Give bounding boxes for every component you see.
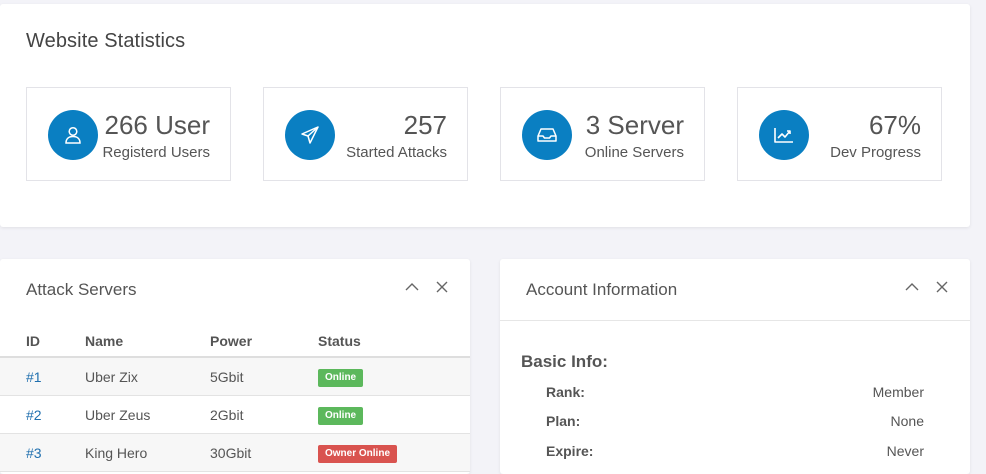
field-key: Plan: bbox=[546, 413, 581, 429]
field-key: Expire: bbox=[546, 443, 594, 459]
status-badge: Owner Online bbox=[318, 444, 398, 463]
close-icon[interactable] bbox=[934, 279, 950, 295]
field-value: Never bbox=[886, 443, 924, 459]
website-statistics-card: Website Statistics 266 User Registerd Us… bbox=[0, 4, 970, 227]
field-value: Member bbox=[872, 384, 924, 400]
collapse-icon[interactable] bbox=[404, 279, 420, 295]
stat-registered-users: 266 User Registerd Users bbox=[26, 87, 231, 181]
stat-started-attacks: 257 Started Attacks bbox=[263, 87, 468, 181]
stat-value: 266 User bbox=[104, 110, 211, 140]
stat-label: Registerd Users bbox=[102, 144, 210, 161]
server-power: 5Gbit bbox=[210, 357, 318, 396]
table-row: #1 Uber Zix 5Gbit Online bbox=[0, 357, 470, 396]
stat-label: Online Servers bbox=[584, 144, 684, 161]
account-field-rank: Rank: Member bbox=[546, 384, 924, 404]
trend-chart-icon bbox=[759, 110, 809, 160]
status-badge: Online bbox=[318, 368, 364, 387]
collapse-icon[interactable] bbox=[904, 279, 920, 295]
inbox-icon bbox=[522, 110, 572, 160]
server-name: Uber Zix bbox=[85, 357, 210, 396]
column-header-status: Status bbox=[318, 326, 470, 358]
column-header-id: ID bbox=[0, 326, 85, 358]
account-field-expire: Expire: Never bbox=[546, 443, 924, 463]
server-id-link[interactable]: #1 bbox=[26, 369, 42, 385]
account-information-card: Account Information Basic Info: Rank: Me… bbox=[500, 259, 970, 474]
close-icon[interactable] bbox=[434, 279, 450, 295]
stat-label: Dev Progress bbox=[830, 144, 921, 161]
server-name: King Hero bbox=[85, 433, 210, 472]
paper-plane-icon bbox=[285, 110, 335, 160]
stat-label: Started Attacks bbox=[346, 144, 447, 161]
column-header-power: Power bbox=[210, 326, 318, 358]
column-header-name: Name bbox=[85, 326, 210, 358]
stat-dev-progress: 67% Dev Progress bbox=[737, 87, 942, 181]
attack-servers-table: ID Name Power Status #1 Uber Zix 5Gbit O… bbox=[0, 326, 470, 472]
server-id-link[interactable]: #3 bbox=[26, 445, 42, 461]
stat-value: 67% bbox=[868, 110, 921, 140]
server-power: 30Gbit bbox=[210, 433, 318, 472]
account-information-title: Account Information bbox=[526, 280, 678, 299]
server-name: Uber Zeus bbox=[85, 395, 210, 434]
attack-servers-title: Attack Servers bbox=[26, 280, 137, 299]
server-id-link[interactable]: #2 bbox=[26, 407, 42, 423]
server-power: 2Gbit bbox=[210, 395, 318, 434]
card-tools bbox=[404, 279, 450, 295]
stat-value: 3 Server bbox=[585, 110, 684, 140]
field-key: Rank: bbox=[546, 384, 585, 400]
table-header-row: ID Name Power Status bbox=[0, 326, 470, 358]
user-icon bbox=[48, 110, 98, 160]
table-row: #3 King Hero 30Gbit Owner Online bbox=[0, 433, 470, 472]
stat-value: 257 bbox=[403, 110, 447, 140]
status-badge: Online bbox=[318, 406, 364, 425]
stat-online-servers: 3 Server Online Servers bbox=[500, 87, 705, 181]
basic-info-heading: Basic Info: bbox=[521, 352, 608, 371]
table-row: #2 Uber Zeus 2Gbit Online bbox=[0, 395, 470, 434]
account-field-plan: Plan: None bbox=[546, 413, 924, 433]
card-tools bbox=[904, 279, 950, 295]
field-value: None bbox=[890, 413, 924, 429]
divider bbox=[500, 320, 970, 321]
attack-servers-card: Attack Servers ID Name Power Status #1 U… bbox=[0, 259, 470, 474]
statistics-title: Website Statistics bbox=[26, 30, 186, 52]
